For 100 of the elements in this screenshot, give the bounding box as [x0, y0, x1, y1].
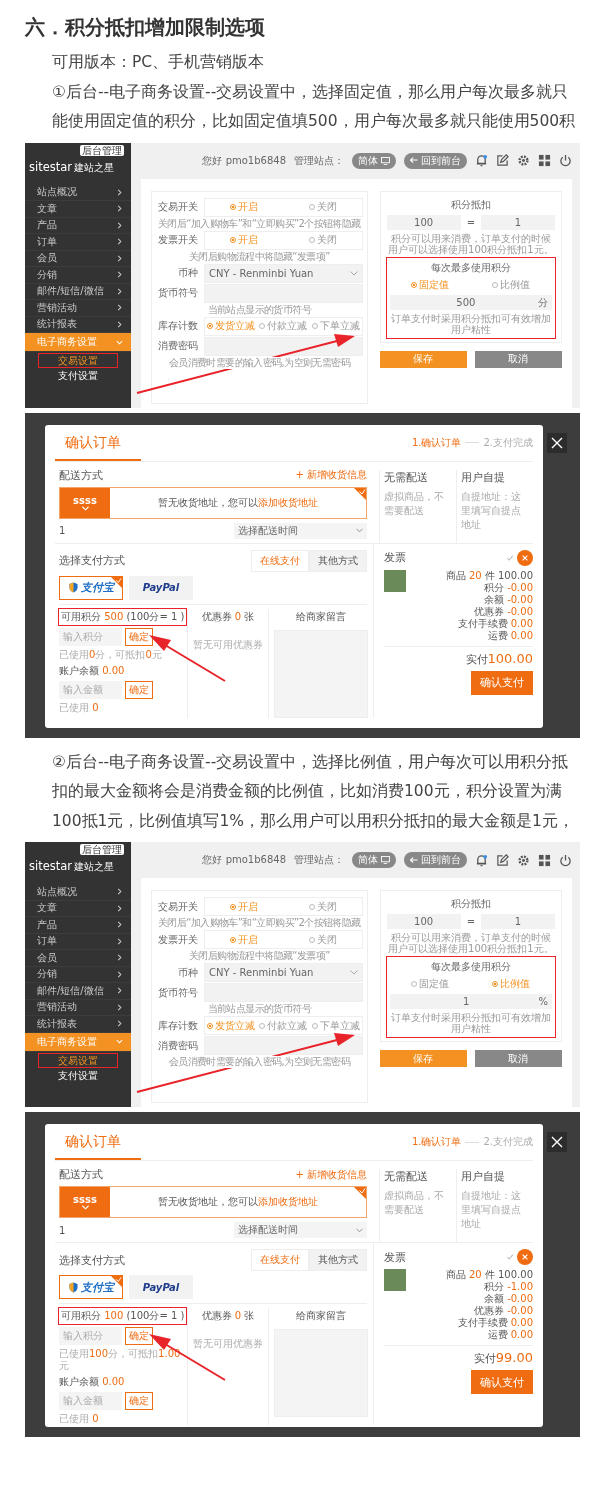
points-input[interactable]: 输入积分: [59, 1327, 122, 1345]
amount-input[interactable]: 1: [481, 914, 555, 929]
limit-input[interactable]: 500 分: [389, 294, 552, 310]
radio-option[interactable]: 比例值: [492, 277, 531, 292]
hint-text: 会员消费时需要的输入密码,为空则无需密码: [166, 1056, 352, 1068]
sidebar-item[interactable]: 会员: [25, 250, 131, 267]
field-label: 交易开关: [157, 200, 198, 214]
paypal-option[interactable]: PayPal: [129, 1275, 193, 1299]
amount-input[interactable]: 1: [481, 214, 555, 230]
points-input[interactable]: 输入积分: [59, 627, 122, 646]
no-coupon-text: 暂无可用优惠券: [193, 637, 263, 652]
payment-tab[interactable]: 其他方式: [309, 1249, 367, 1271]
radio-option[interactable]: 关闭: [308, 932, 337, 947]
confirm-payment-button[interactable]: 确认支付: [471, 1370, 533, 1394]
front-end-button[interactable]: 回到前台: [404, 852, 467, 868]
radio-option[interactable]: 下单立减: [311, 319, 360, 333]
delivery-time-select[interactable]: 选择配送时间: [234, 522, 367, 539]
confirm-button[interactable]: 确定: [125, 627, 153, 646]
radio-option[interactable]: 付款立减: [259, 1018, 308, 1033]
radio-option[interactable]: 固定值: [411, 977, 450, 991]
sidebar-item[interactable]: 会员: [25, 950, 131, 967]
alipay-option[interactable]: 支付宝: [59, 575, 123, 600]
site-label: 管理站点：: [294, 853, 344, 867]
sidebar-subitem[interactable]: 支付设置: [39, 369, 117, 382]
radio-option[interactable]: 固定值: [411, 277, 450, 292]
delivery-option[interactable]: 无需配送 虚拟商品，不需要配送: [379, 1169, 456, 1242]
hint-text: 会员消费时需要的输入密码,为空则无需密码: [166, 356, 352, 369]
sidebar-item[interactable]: 产品: [25, 217, 131, 234]
sidebar-item[interactable]: 订单: [25, 933, 131, 950]
sidebar-item[interactable]: 文章: [25, 201, 131, 218]
radio-option[interactable]: 关闭: [308, 899, 337, 914]
shipping-method-tab[interactable]: ssss: [60, 487, 110, 518]
confirm-button[interactable]: 确定: [125, 680, 153, 699]
sidebar-item[interactable]: 邮件/短信/微信: [25, 983, 131, 1000]
sidebar-item[interactable]: 电子商务设置: [25, 333, 131, 352]
radio-option[interactable]: 开启: [230, 200, 259, 214]
sidebar-item[interactable]: 文章: [25, 900, 131, 917]
radio-option[interactable]: 关闭: [308, 233, 337, 247]
sidebar-item[interactable]: 站点概况: [25, 184, 131, 201]
front-end-button[interactable]: 回到前台: [404, 152, 467, 169]
language-button[interactable]: 简体: [352, 852, 396, 868]
sidebar-subitem[interactable]: 支付设置: [39, 1068, 117, 1082]
payment-tab[interactable]: 在线支付: [251, 549, 309, 572]
sidebar-item[interactable]: 统计报表: [25, 1016, 131, 1033]
sidebar-item[interactable]: 营销活动: [25, 300, 131, 317]
sidebar-subitem[interactable]: 交易设置: [39, 354, 117, 367]
confirm-payment-button[interactable]: 确认支付: [471, 670, 533, 695]
confirm-button[interactable]: 确定: [125, 1327, 153, 1345]
add-address-link[interactable]: 添加收货地址: [258, 1196, 318, 1207]
sidebar-item[interactable]: 邮件/短信/微信: [25, 283, 131, 300]
radio-option[interactable]: 开启: [230, 233, 259, 247]
shipping-method-tab[interactable]: ssss: [60, 1187, 110, 1217]
currency-select[interactable]: CNY - Renminbi Yuan: [204, 963, 363, 982]
payment-tab[interactable]: 其他方式: [309, 549, 367, 572]
cancel-button[interactable]: 取消: [474, 350, 562, 368]
address-card[interactable]: ssss 暂无收货地址，您可以添加收货地址: [59, 1186, 367, 1218]
confirm-button[interactable]: 确定: [125, 1392, 153, 1410]
delivery-option[interactable]: 无需配送 虚拟商品，不需要配送: [379, 469, 456, 543]
currency-select[interactable]: CNY - Renminbi Yuan: [204, 263, 363, 283]
amount-input[interactable]: 输入金额: [59, 680, 122, 699]
logo-subtitle: 建站之星: [74, 860, 115, 874]
sidebar-item[interactable]: 分销: [25, 267, 131, 284]
radio-option[interactable]: 发货立减: [207, 1018, 256, 1033]
radio-option[interactable]: 关闭: [308, 200, 337, 214]
summary-line: 余额 -0.00: [483, 1293, 533, 1305]
add-address-link[interactable]: 添加收货地址: [258, 496, 318, 508]
points-input[interactable]: 100: [386, 914, 461, 929]
limit-input[interactable]: 1 %: [389, 994, 552, 1009]
save-button[interactable]: 保存: [379, 1050, 467, 1067]
radio-option[interactable]: 开启: [230, 899, 259, 914]
address-card[interactable]: ssss 暂无收货地址，您可以添加收货地址: [59, 486, 367, 519]
cancel-button[interactable]: 取消: [474, 1050, 562, 1067]
language-button[interactable]: 简体: [352, 152, 396, 169]
sidebar-subitem[interactable]: 交易设置: [39, 1053, 117, 1067]
paragraph-text: 可用版本：PC、手机营销版本: [51, 52, 266, 73]
sidebar-item[interactable]: 站点概况: [25, 884, 131, 901]
field-label: 消费密码: [157, 339, 198, 353]
sidebar-item[interactable]: 分销: [25, 966, 131, 983]
radio-option[interactable]: 开启: [230, 932, 259, 947]
section-title: 发票: [384, 550, 406, 565]
section-title: 发票: [384, 1249, 406, 1265]
paypal-option[interactable]: PayPal: [129, 575, 193, 600]
radio-option[interactable]: 下单立减: [311, 1018, 360, 1033]
radio-option[interactable]: 比例值: [492, 977, 531, 991]
add-address-link[interactable]: + 新增收货信息: [295, 468, 367, 482]
hint-text: 关闭后购物流程中将隐藏“发票项”: [186, 950, 332, 962]
radio-option[interactable]: 发货立减: [207, 319, 256, 333]
points-input[interactable]: 100: [386, 214, 461, 230]
delivery-option[interactable]: 用户自提 自提地址：这里填写自提点地址: [456, 469, 533, 543]
sidebar-item[interactable]: 营销活动: [25, 999, 131, 1016]
amount-input[interactable]: 输入金额: [59, 1392, 122, 1410]
payment-tab[interactable]: 在线支付: [251, 1249, 309, 1271]
delivery-option[interactable]: 用户自提 自提地址：这里填写自提点地址: [456, 1169, 533, 1242]
radio-option[interactable]: 付款立减: [259, 319, 308, 333]
delivery-time-select[interactable]: 选择配送时间: [234, 1222, 367, 1238]
save-button[interactable]: 保存: [379, 350, 467, 368]
alipay-option[interactable]: 支付宝: [59, 1275, 123, 1299]
sidebar-item[interactable]: 产品: [25, 917, 131, 934]
sidebar-item[interactable]: 订单: [25, 234, 131, 251]
add-address-link[interactable]: + 新增收货信息: [295, 1167, 367, 1182]
